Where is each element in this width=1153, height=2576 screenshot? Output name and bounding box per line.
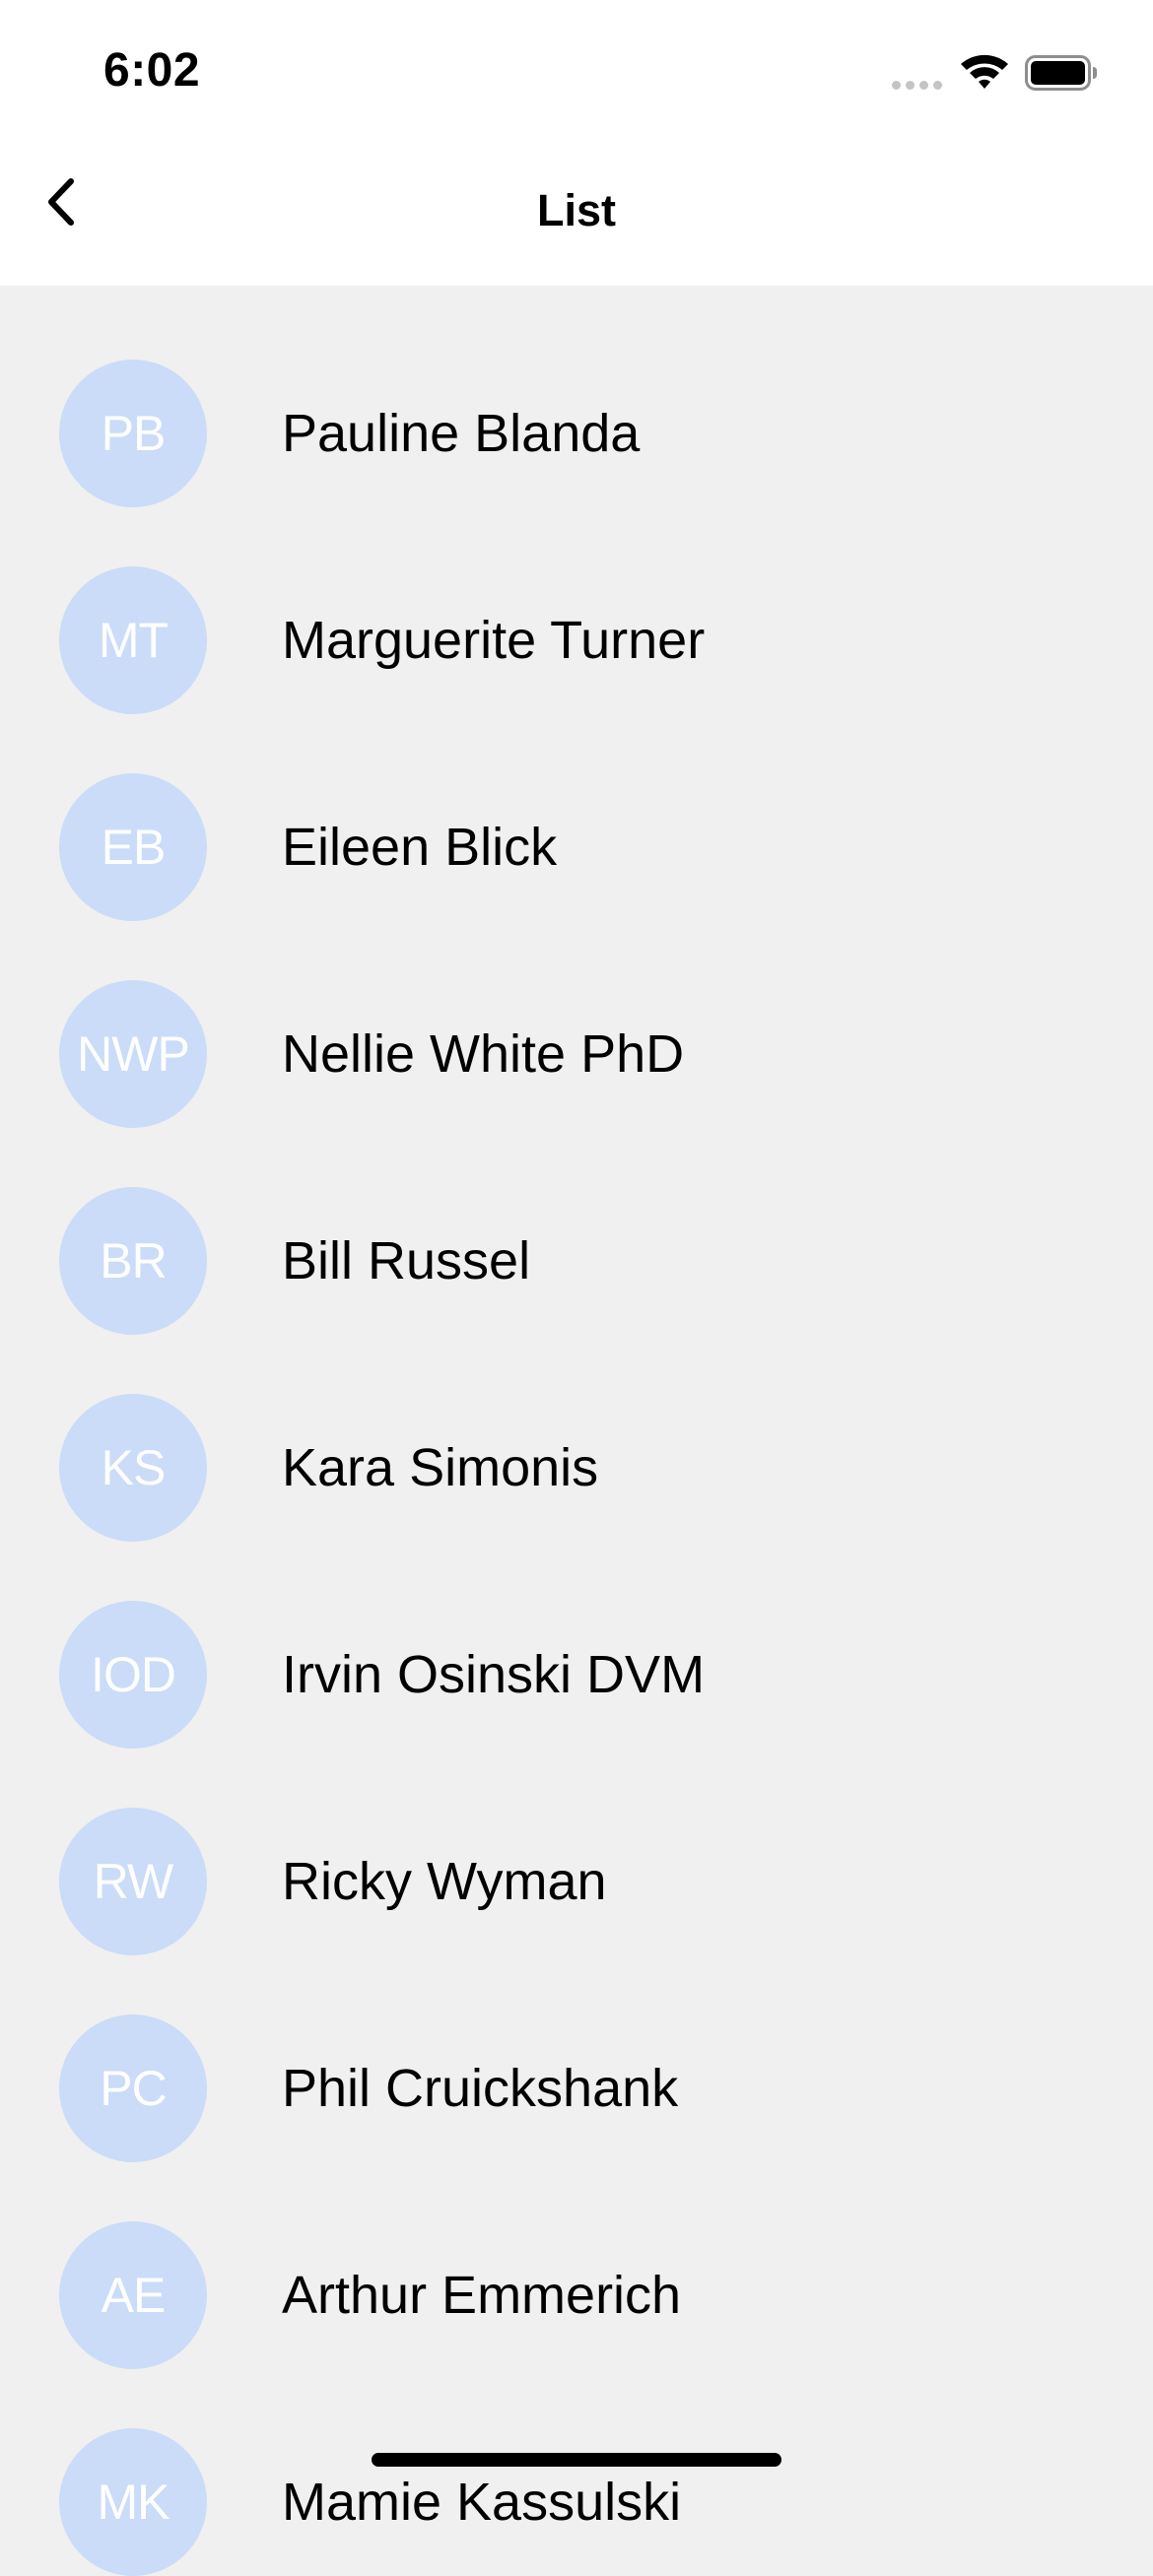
list-item[interactable]: KS Kara Simonis: [0, 1320, 1153, 1542]
list-item[interactable]: IOD Irvin Osinski DVM: [0, 1527, 1153, 1749]
page-title: List: [536, 185, 616, 235]
list-item[interactable]: AE Arthur Emmerich: [0, 2147, 1153, 2369]
list-item-name: Nellie White PhD: [282, 1024, 685, 1084]
list-item-name: Arthur Emmerich: [282, 2266, 682, 2325]
list-item-name: Eileen Blick: [282, 818, 558, 877]
avatar: NWP: [59, 980, 207, 1128]
avatar: EB: [59, 773, 207, 921]
list-item[interactable]: EB Eileen Blick: [0, 699, 1153, 921]
avatar: KS: [59, 1394, 207, 1542]
navigation-bar: List: [0, 138, 1153, 286]
avatar: BR: [59, 1187, 207, 1335]
list-item[interactable]: NWP Nellie White PhD: [0, 906, 1153, 1128]
avatar: IOD: [59, 1601, 207, 1749]
avatar: AE: [59, 2221, 207, 2369]
avatar: MK: [59, 2428, 207, 2576]
avatar: RW: [59, 1808, 207, 1955]
list-item[interactable]: PB Pauline Blanda: [0, 286, 1153, 507]
list-item-name: Pauline Blanda: [282, 404, 641, 463]
home-indicator[interactable]: [372, 2453, 781, 2467]
list-item-name: Kara Simonis: [282, 1438, 599, 1497]
avatar: MT: [59, 566, 207, 714]
status-time: 6:02: [103, 44, 201, 97]
list-item[interactable]: PC Phil Cruickshank: [0, 1941, 1153, 2162]
list-item[interactable]: RW Ricky Wyman: [0, 1734, 1153, 1955]
wifi-icon: [961, 54, 1008, 89]
battery-icon: [1025, 55, 1097, 91]
list-item[interactable]: MT Marguerite Turner: [0, 493, 1153, 714]
list-item-name: Ricky Wyman: [282, 1852, 607, 1911]
list-item-name: Mamie Kassulski: [282, 2473, 682, 2532]
avatar: PC: [59, 2015, 207, 2162]
list-item[interactable]: BR Bill Russel: [0, 1113, 1153, 1335]
cellular-signal-icon: [892, 81, 945, 91]
list-item-name: Marguerite Turner: [282, 611, 706, 670]
list-item-name: Bill Russel: [282, 1231, 531, 1290]
list-item-name: Phil Cruickshank: [282, 2059, 679, 2118]
list-item-name: Irvin Osinski DVM: [282, 1645, 706, 1704]
contact-list[interactable]: PB Pauline Blanda MT Marguerite Turner E…: [0, 286, 1153, 2576]
avatar: PB: [59, 360, 207, 507]
status-bar: 6:02: [0, 0, 1153, 138]
